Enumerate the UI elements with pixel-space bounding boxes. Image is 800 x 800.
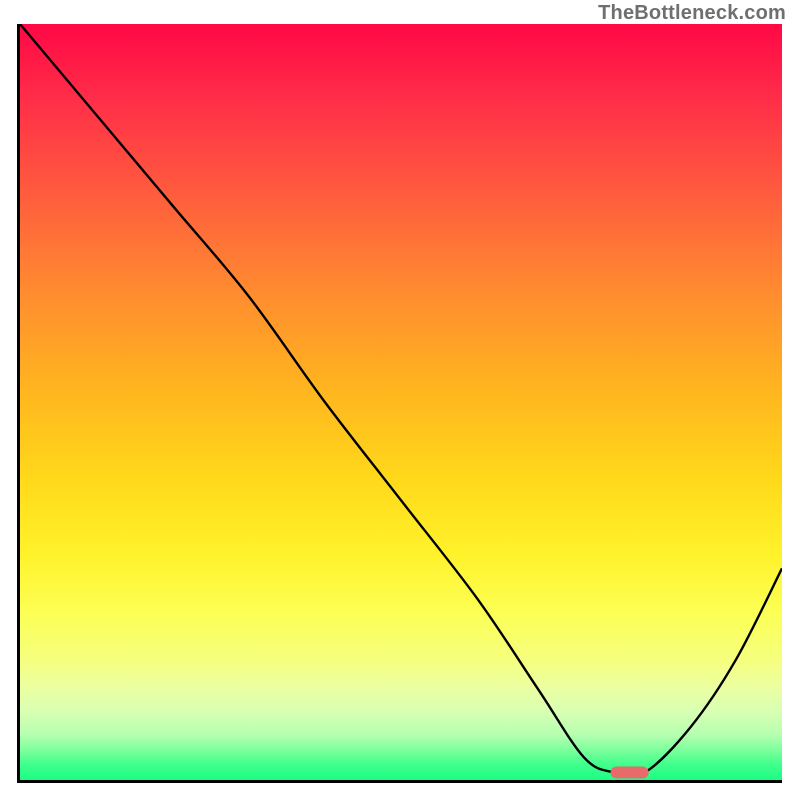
watermark-text: TheBottleneck.com bbox=[598, 2, 786, 25]
curve-layer bbox=[20, 24, 782, 780]
bottleneck-chart: TheBottleneck.com bbox=[0, 0, 800, 800]
bottleneck-curve bbox=[20, 24, 782, 776]
plot-area bbox=[17, 24, 782, 783]
optimal-range-marker bbox=[611, 766, 649, 778]
